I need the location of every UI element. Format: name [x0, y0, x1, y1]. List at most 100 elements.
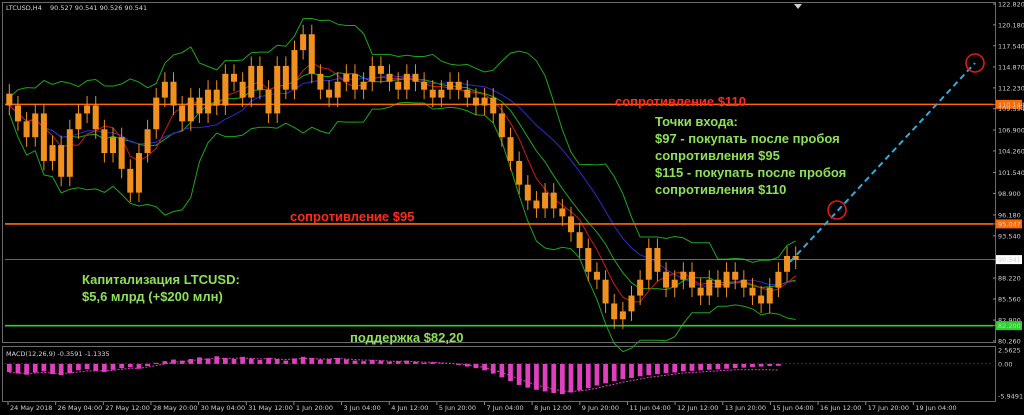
- candle-body: [92, 105, 99, 130]
- candle-body: [101, 129, 108, 154]
- candle-body: [14, 105, 21, 122]
- entry-point-2: $115 - покупать после пробоя: [655, 165, 846, 180]
- macd-label: MACD(12,26,9) -0.3591 -1.1335: [6, 350, 110, 358]
- candle-body: [688, 271, 696, 288]
- candle-body: [23, 121, 30, 138]
- candle-body: [222, 73, 229, 106]
- candle-body: [317, 73, 324, 90]
- candle-body: [550, 192, 557, 209]
- time-tick-label: 5 Jun 20:00: [439, 404, 476, 412]
- candle-body: [654, 248, 661, 272]
- candle-body: [498, 113, 505, 138]
- candle-body: [766, 287, 773, 304]
- candle-body: [282, 65, 289, 90]
- price-tick-label: 104.260: [998, 147, 1024, 155]
- capitalization-value: $5,6 млрд (+$200 млн): [82, 289, 223, 304]
- candle-body: [663, 271, 670, 288]
- candle-body: [386, 73, 393, 82]
- resistance-95-label: сопротивление $95: [290, 209, 414, 224]
- price-tick-label: 114.870: [998, 63, 1024, 71]
- candle-body: [360, 81, 367, 90]
- candle-body: [645, 248, 652, 280]
- time-tick-label: 7 Jun 04:00: [487, 404, 524, 412]
- price-tick-label: 112.230: [998, 84, 1024, 92]
- time-tick-label: 27 May 12:00: [105, 404, 150, 412]
- chart-svg: 2.5625 0.00 -5.9491 122.820 120.180 117.540 1…: [0, 0, 1024, 415]
- price-tick-label: 85.560: [998, 296, 1021, 304]
- price-tick-label: 120.180: [998, 21, 1024, 29]
- time-tick-label: 12 Jun 12:00: [677, 404, 718, 412]
- macd-tick-label: -5.9491: [998, 393, 1023, 401]
- candle-body: [161, 81, 168, 98]
- entry-points-title: Точки входа:: [655, 114, 738, 129]
- candle-body: [334, 81, 341, 98]
- ohlc-label: 90.527 90.541 90.526 90.541: [50, 4, 147, 12]
- candle-body: [706, 279, 713, 296]
- time-tick-label: 26 May 04:00: [58, 404, 103, 412]
- candle-body: [49, 145, 56, 161]
- price-tick-label: 117.540: [998, 42, 1024, 50]
- candle-body: [84, 105, 91, 114]
- price-tick-label: 101.540: [998, 169, 1024, 177]
- entry-point-1-cont: сопротивления $95: [655, 148, 780, 163]
- candle-body: [109, 137, 117, 154]
- candle-body: [524, 184, 531, 201]
- time-tick-label: 11 Jun 04:00: [629, 404, 670, 412]
- candle: [40, 103, 47, 171]
- candle-body: [274, 65, 281, 114]
- price-tick-label: 95.047: [998, 220, 1021, 228]
- candle-body: [395, 81, 402, 90]
- candle-body: [351, 73, 358, 90]
- price-tick-label: 122.820: [998, 1, 1024, 9]
- candle-body: [144, 129, 151, 154]
- candle-body: [6, 93, 13, 106]
- candle-body: [447, 81, 454, 90]
- candle-body: [239, 81, 246, 98]
- candle-body: [377, 65, 384, 74]
- chart-background: [0, 0, 1024, 415]
- candle-body: [32, 113, 39, 138]
- candle-body: [628, 295, 635, 312]
- time-tick-label: 31 May 12:00: [248, 404, 293, 412]
- candle-body: [507, 137, 514, 161]
- candle-body: [542, 192, 549, 209]
- candle-body: [784, 255, 791, 272]
- candle-body: [602, 279, 609, 304]
- candle-body: [637, 279, 644, 296]
- candle-body: [481, 97, 488, 106]
- time-tick-label: 9 Jun 20:00: [582, 404, 619, 412]
- capitalization-title: Капитализация LTCUSD:: [82, 272, 240, 287]
- candle-body: [291, 50, 298, 90]
- resistance-110-label: сопротивление $110: [615, 94, 746, 109]
- candle-body: [58, 145, 65, 177]
- candle-body: [567, 216, 575, 233]
- price-tick-label: 82.200: [998, 322, 1021, 330]
- candle-body: [230, 73, 238, 82]
- time-tick-label: 19 Jun 04:00: [915, 404, 956, 412]
- candle-body: [740, 279, 747, 288]
- macd-tick-label: 2.5625: [998, 347, 1021, 355]
- candle-body: [671, 279, 678, 288]
- candle-body: [593, 271, 600, 280]
- candle-body: [66, 129, 73, 177]
- price-tick-label: 80.260: [998, 338, 1021, 346]
- time-tick-label: 4 Jun 12:00: [391, 404, 428, 412]
- ltcusd-chart: 2.5625 0.00 -5.9491 122.820 120.180 117.540 1…: [0, 0, 1024, 415]
- entry-point-2-cont: сопротивления $110: [655, 182, 786, 197]
- price-tick-label: 93.540: [998, 232, 1021, 240]
- candle-body: [438, 89, 445, 98]
- candle: [66, 119, 73, 187]
- time-tick-label: 15 Jun 04:00: [772, 404, 813, 412]
- candle-body: [343, 73, 350, 82]
- time-tick-label: 28 May 20:00: [153, 404, 198, 412]
- candle-body: [326, 89, 333, 98]
- candle-body: [472, 97, 479, 106]
- candle-body: [455, 81, 462, 90]
- candle-body: [265, 89, 272, 114]
- candle-body: [300, 34, 307, 51]
- candle-body: [213, 89, 220, 106]
- candle-body: [680, 271, 687, 280]
- candle-body: [749, 287, 756, 296]
- candle-body: [170, 81, 177, 106]
- time-tick-label: 13 Jun 20:00: [725, 404, 766, 412]
